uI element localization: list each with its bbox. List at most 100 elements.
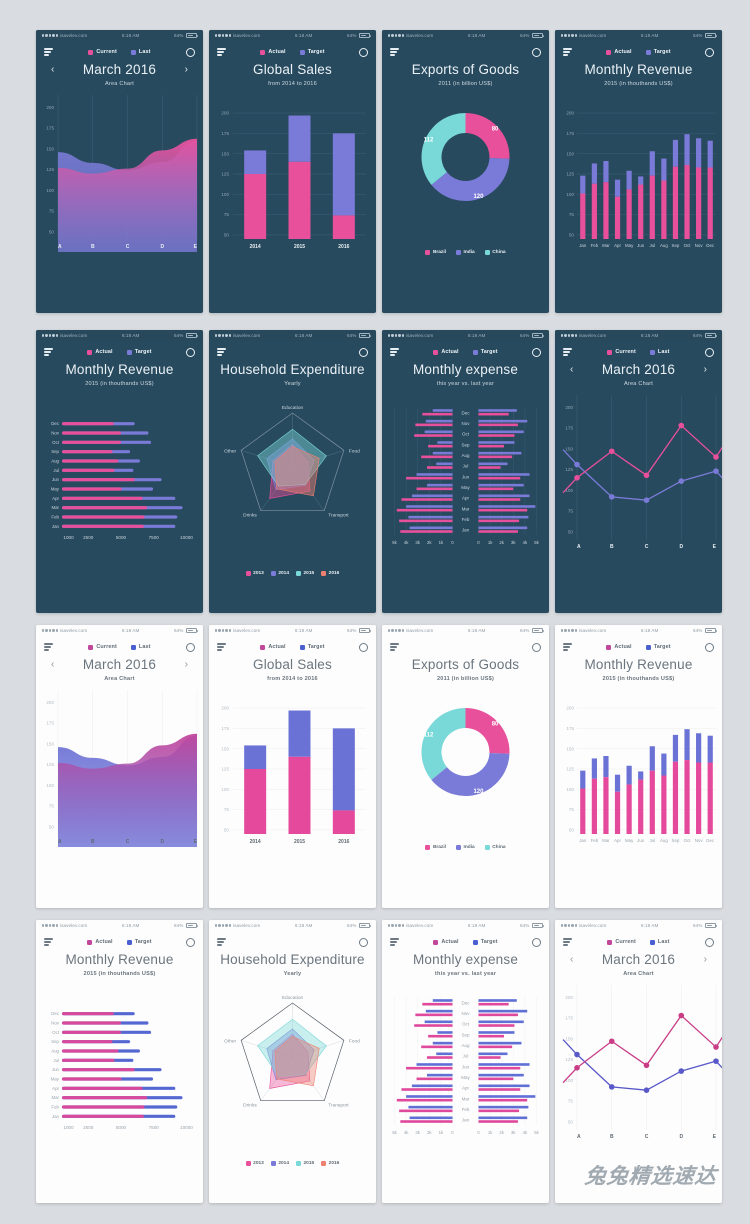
next-arrow-icon[interactable]: › — [704, 365, 707, 375]
next-arrow-icon[interactable]: › — [704, 955, 707, 965]
gear-icon[interactable] — [359, 937, 368, 947]
bar-actual — [62, 421, 114, 426]
bar-actual — [62, 1049, 119, 1053]
legend-item: India — [456, 249, 475, 255]
tornado-left-actual — [406, 476, 453, 480]
axis-tick-label: Feb — [591, 838, 599, 843]
battery-percent-label: 64% — [347, 333, 357, 338]
hamburger-icon[interactable] — [44, 348, 53, 356]
axis-tick-label: Sep — [672, 838, 680, 843]
phone-screen-bars-dark[interactable]: isavelev.com 6:18 AM 64% Actual Target G… — [209, 30, 376, 313]
phone-screen-radar-light[interactable]: isavelev.com 6:18 AM 64% Household Expen… — [209, 920, 376, 1203]
page-title: March 2016 — [601, 362, 676, 377]
bar-target — [332, 728, 355, 811]
hamburger-icon[interactable] — [563, 348, 572, 356]
svg-text:150: 150 — [46, 146, 54, 151]
page-subtitle: 2015 (in thouthands US$) — [604, 80, 673, 87]
gear-icon[interactable] — [359, 47, 368, 57]
bar-target — [614, 774, 621, 792]
hamburger-icon[interactable] — [390, 348, 399, 356]
gear-icon[interactable] — [532, 642, 541, 652]
hamburger-icon[interactable] — [44, 48, 53, 56]
gear-icon[interactable] — [532, 937, 541, 947]
phone-screen-bars-light[interactable]: isavelev.com 6:18 AM 64% Actual Target G… — [209, 625, 376, 908]
gear-icon[interactable] — [705, 937, 714, 947]
legend-label: India — [463, 249, 475, 255]
bar-actual — [62, 515, 145, 519]
axis-tick-label: Jul — [649, 243, 655, 248]
gear-icon[interactable] — [705, 347, 714, 357]
clock-label: 6:18 AM — [121, 333, 140, 338]
bar-actual — [614, 791, 621, 834]
hamburger-icon[interactable] — [217, 348, 226, 356]
axis-category-label: Aug — [461, 453, 470, 458]
svg-text:200: 200 — [221, 111, 229, 116]
phone-screen-area-dark[interactable]: isavelev.com 6:18 AM 64% Current Last ‹ … — [36, 30, 203, 313]
hamburger-icon[interactable] — [563, 938, 572, 946]
chart-canvas: Dec Nov Oct Sep Aug Jul Jun May Apr Mar Feb Jan 1000… — [51, 1011, 194, 1130]
carrier-label: isavelev.com — [59, 33, 88, 38]
status-bar: isavelev.com 6:18 AM 64% — [555, 330, 722, 341]
legend-label: Actual — [95, 349, 113, 355]
axis-category-label: Apr — [462, 496, 470, 501]
hamburger-icon[interactable] — [390, 643, 399, 651]
tornado-left-actual — [399, 519, 453, 522]
hamburger-icon[interactable] — [44, 938, 53, 946]
axis-category-label: Feb — [51, 1104, 59, 1109]
phone-screen-radar-dark[interactable]: isavelev.com 6:18 AM 64% Household Expen… — [209, 330, 376, 613]
page-subtitle: this year vs. last year — [434, 970, 497, 977]
gear-icon[interactable] — [186, 347, 195, 357]
gear-icon[interactable] — [186, 937, 195, 947]
svg-text:50: 50 — [568, 1119, 574, 1124]
legend-item: Current — [607, 939, 636, 945]
phone-screen-hbar-light[interactable]: isavelev.com 6:18 AM 64% Actual Target M… — [36, 920, 203, 1203]
page-title: March 2016 — [82, 657, 157, 672]
phone-screen-hbar-dark[interactable]: isavelev.com 6:18 AM 64% Actual Target M… — [36, 330, 203, 613]
phone-screen-area-light[interactable]: isavelev.com 6:18 AM 64% Current Last ‹ … — [36, 625, 203, 908]
hamburger-icon[interactable] — [217, 643, 226, 651]
gear-icon[interactable] — [532, 47, 541, 57]
axis-category-label: Dec — [461, 410, 470, 415]
next-arrow-icon[interactable]: › — [185, 660, 188, 670]
bar-target — [638, 771, 644, 780]
gear-icon[interactable] — [532, 347, 541, 357]
bar-target — [684, 134, 690, 165]
phone-screen-line-dark[interactable]: isavelev.com 6:18 AM 64% Current Last ‹ … — [555, 330, 722, 613]
hamburger-icon[interactable] — [217, 938, 226, 946]
axis-tick-label: 3k — [511, 540, 516, 545]
hamburger-icon[interactable] — [44, 643, 53, 651]
gear-icon[interactable] — [359, 642, 368, 652]
hamburger-icon[interactable] — [390, 938, 399, 946]
phone-screen-donut-light[interactable]: isavelev.com 6:18 AM 64% Exports of Good… — [382, 625, 549, 908]
phone-screen-columns-dark[interactable]: isavelev.com 6:18 AM 64% Actual Target M… — [555, 30, 722, 313]
legend-item: Actual — [87, 939, 113, 945]
gear-icon[interactable] — [359, 347, 368, 357]
phone-screen-tornado-dark[interactable]: isavelev.com 6:18 AM 64% Actual Target M… — [382, 330, 549, 613]
title-block: Exports of Goods 2011 (in billion US$) — [382, 62, 549, 87]
svg-text:200: 200 — [221, 706, 229, 711]
hamburger-icon[interactable] — [390, 48, 399, 56]
svg-text:75: 75 — [568, 1098, 574, 1103]
hamburger-icon[interactable] — [563, 643, 572, 651]
chart-legend: Actual Target — [226, 49, 359, 55]
hamburger-icon[interactable] — [563, 48, 572, 56]
gear-icon[interactable] — [705, 47, 714, 57]
phone-screen-donut-dark[interactable]: isavelev.com 6:18 AM 64% Exports of Good… — [382, 30, 549, 313]
legend-swatch-icon — [484, 844, 490, 850]
phone-screen-tornado-light[interactable]: isavelev.com 6:18 AM 64% Actual Target M… — [382, 920, 549, 1203]
axis-tick-label: Nov — [695, 243, 704, 248]
gear-icon[interactable] — [705, 642, 714, 652]
page-subtitle: from 2014 to 2016 — [267, 675, 318, 682]
legend-item: Current — [88, 49, 117, 55]
next-arrow-icon[interactable]: › — [185, 65, 188, 75]
svg-text:125: 125 — [46, 167, 54, 172]
gear-icon[interactable] — [186, 642, 195, 652]
chart-area: Dec Nov Oct Sep Aug Jul Jun May Apr Mar Feb Jan 5k 4k… — [382, 991, 549, 1146]
tornado-right-actual — [478, 519, 520, 522]
chart-legend: Actual Target — [53, 939, 186, 945]
hamburger-icon[interactable] — [217, 48, 226, 56]
phone-screen-columns-light[interactable]: isavelev.com 6:18 AM 64% Actual Target M… — [555, 625, 722, 908]
axis-tick-label: May — [625, 243, 634, 248]
legend-label: Target — [307, 644, 325, 650]
gear-icon[interactable] — [186, 47, 195, 57]
